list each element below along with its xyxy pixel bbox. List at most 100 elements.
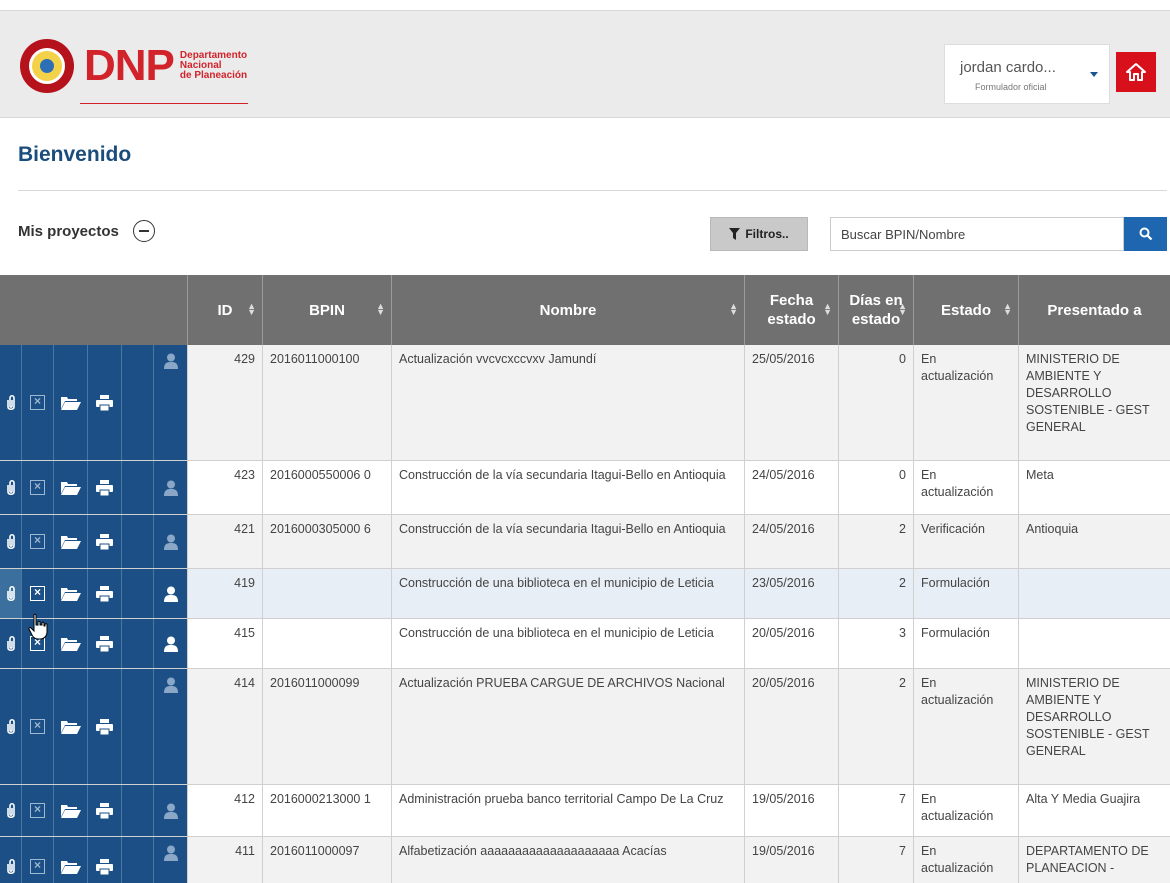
attach-button[interactable] <box>0 669 22 784</box>
cell-fecha: 20/05/2016 <box>745 669 839 784</box>
actions-column-header <box>0 275 188 345</box>
column-id[interactable]: ID ▲ ▼ <box>188 275 263 345</box>
filter-button[interactable]: Filtros.. <box>710 217 808 251</box>
attach-button[interactable] <box>0 515 22 568</box>
page-title: Bienvenido <box>18 143 132 166</box>
user-icon <box>164 636 178 652</box>
print-button[interactable] <box>88 345 122 460</box>
table-row[interactable]: × 429 2016011000100 Actualización vvcvcxccv… <box>0 345 1170 461</box>
cell-nombre: Actualización PRUEBA CARGUE DE ARCHIVOS … <box>392 669 745 784</box>
print-button[interactable] <box>88 515 122 568</box>
delete-button[interactable]: × <box>22 669 54 784</box>
brand-subtitle: Departamento Nacional de Planeación <box>179 50 248 81</box>
delete-button[interactable]: × <box>22 837 54 883</box>
delete-button[interactable]: × <box>22 515 54 568</box>
collapse-icon[interactable] <box>132 220 155 242</box>
row-actions: × <box>0 461 188 514</box>
delete-button[interactable]: × <box>22 569 54 618</box>
print-button[interactable] <box>88 619 122 668</box>
assign-button[interactable] <box>153 837 188 883</box>
table-row[interactable]: × 411 2016011000097 Alfabetización aaaaaaaa… <box>0 837 1170 883</box>
assign-button[interactable] <box>153 619 188 668</box>
assign-button[interactable] <box>153 669 188 784</box>
assign-button[interactable] <box>153 785 188 836</box>
cell-id: 419 <box>188 569 263 618</box>
table-row[interactable]: × 419 Construcción de una biblioteca en el… <box>0 569 1170 619</box>
delete-button[interactable]: × <box>22 785 54 836</box>
cell-dias: 2 <box>839 669 914 784</box>
user-icon <box>164 480 178 496</box>
cell-presentado: MINISTERIO DE AMBIENTE Y DESARROLLO SOST… <box>1019 669 1170 784</box>
paperclip-icon <box>6 858 15 874</box>
delete-button[interactable]: × <box>22 461 54 514</box>
open-button[interactable] <box>54 837 88 883</box>
column-bpin[interactable]: BPIN ▲ ▼ <box>263 275 392 345</box>
user-menu[interactable]: jordan cardo... Formulador oficial <box>944 44 1110 104</box>
cell-dias: 2 <box>839 569 914 618</box>
cell-bpin: 2016011000100 <box>263 345 392 460</box>
print-icon <box>96 802 113 819</box>
close-box-icon: × <box>30 395 45 410</box>
column-fecha-estado[interactable]: Fecha estado ▲ ▼ <box>745 275 839 345</box>
attach-button[interactable] <box>0 461 22 514</box>
open-button[interactable] <box>54 515 88 568</box>
table-row[interactable]: × 421 2016000305000 6 Construcción de la ví… <box>0 515 1170 569</box>
row-actions: × <box>0 837 188 883</box>
attach-button[interactable] <box>0 345 22 460</box>
cell-estado: En actualización <box>914 785 1019 836</box>
open-button[interactable] <box>54 785 88 836</box>
cell-dias: 0 <box>839 461 914 514</box>
user-role: Formulador oficial <box>975 82 1047 92</box>
print-button[interactable] <box>88 569 122 618</box>
folder-open-icon <box>60 397 81 410</box>
attach-button[interactable] <box>0 569 22 618</box>
paperclip-icon <box>6 718 15 734</box>
folder-open-icon <box>60 536 81 549</box>
column-nombre[interactable]: Nombre ▲ ▼ <box>392 275 745 345</box>
folder-open-icon <box>60 861 81 874</box>
assign-button[interactable] <box>153 345 188 460</box>
open-button[interactable] <box>54 569 88 618</box>
cell-estado: Verificación <box>914 515 1019 568</box>
assign-button[interactable] <box>153 461 188 514</box>
column-presentado[interactable]: Presentado a <box>1019 275 1170 345</box>
assign-button[interactable] <box>153 515 188 568</box>
attach-button[interactable] <box>0 837 22 883</box>
open-button[interactable] <box>54 669 88 784</box>
home-button[interactable] <box>1116 52 1156 92</box>
print-button[interactable] <box>88 837 122 883</box>
search-input[interactable] <box>830 217 1124 251</box>
dnp-logo[interactable]: DNP Departamento Nacional de Planeación <box>20 37 247 95</box>
column-dias-estado[interactable]: Días en estado ▲ ▼ <box>839 275 914 345</box>
cell-presentado: Alta Y Media Guajira <box>1019 785 1170 836</box>
cell-dias: 7 <box>839 837 914 883</box>
table-row[interactable]: × 415 Construcción de una biblioteca en el… <box>0 619 1170 669</box>
print-button[interactable] <box>88 785 122 836</box>
cell-dias: 2 <box>839 515 914 568</box>
table-row[interactable]: × 414 2016011000099 Actualización PRUEBA CA… <box>0 669 1170 785</box>
delete-button[interactable]: × <box>22 345 54 460</box>
cell-fecha: 24/05/2016 <box>745 461 839 514</box>
cell-bpin: 2016011000099 <box>263 669 392 784</box>
print-button[interactable] <box>88 669 122 784</box>
assign-button[interactable] <box>153 569 188 618</box>
open-button[interactable] <box>54 461 88 514</box>
filter-icon <box>729 228 741 240</box>
cell-presentado: DEPARTAMENTO DE PLANEACION - <box>1019 837 1170 883</box>
search-button[interactable] <box>1124 217 1167 251</box>
print-button[interactable] <box>88 461 122 514</box>
column-estado[interactable]: Estado ▲ ▼ <box>914 275 1019 345</box>
attach-button[interactable] <box>0 785 22 836</box>
close-box-icon: × <box>30 719 45 734</box>
cell-nombre: Construcción de una biblioteca en el mun… <box>392 619 745 668</box>
open-button[interactable] <box>54 345 88 460</box>
attach-button[interactable] <box>0 619 22 668</box>
cell-fecha: 20/05/2016 <box>745 619 839 668</box>
close-box-icon: × <box>30 480 45 495</box>
paperclip-icon <box>6 585 15 601</box>
cell-fecha: 24/05/2016 <box>745 515 839 568</box>
table-row[interactable]: × 412 2016000213000 1 Administración prueba… <box>0 785 1170 837</box>
open-button[interactable] <box>54 619 88 668</box>
close-box-icon: × <box>30 534 45 549</box>
table-row[interactable]: × 423 2016000550006 0 Construcción de la ví… <box>0 461 1170 515</box>
